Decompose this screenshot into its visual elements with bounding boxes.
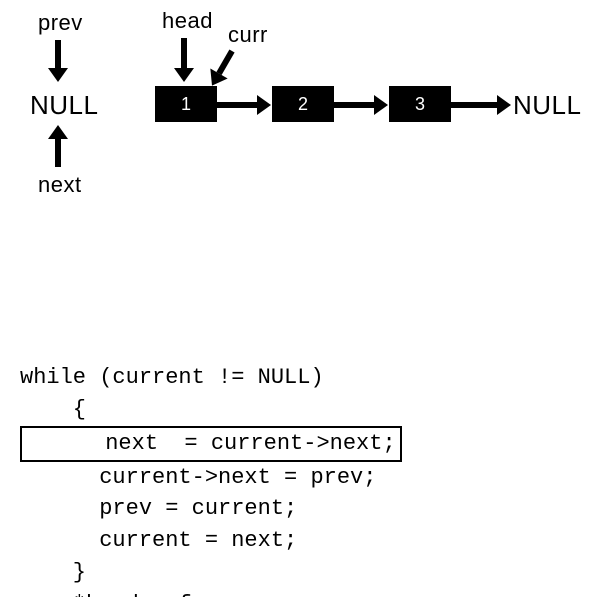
list-node-2: 2 [272,86,334,122]
next-label: next [38,172,82,198]
list-node-1: 1 [155,86,217,122]
code-line-5: prev = current; [20,496,297,521]
curr-label: curr [228,22,268,48]
code-line-1: while (current != NULL) [20,365,324,390]
arrow-curr-diag [212,51,232,86]
code-line-7: } [20,560,86,585]
arrow-node1-node2 [217,95,271,115]
code-line-3-highlight: next = current->next; [20,426,402,462]
null-right: NULL [513,90,581,121]
prev-label: prev [38,10,83,36]
head-label: head [162,8,213,34]
list-node-3: 3 [389,86,451,122]
code-block: while (current != NULL) { next = current… [20,330,402,597]
arrow-node3-null [451,95,511,115]
code-line-8: *head_ref = prev; [20,592,297,597]
node-value: 1 [181,94,191,115]
code-line-6: current = next; [20,528,297,553]
node-value: 3 [415,94,425,115]
code-line-2: { [20,397,86,422]
null-left: NULL [30,90,98,121]
node-value: 2 [298,94,308,115]
code-line-4: current->next = prev; [20,465,376,490]
arrow-node2-node3 [334,95,388,115]
diagram-stage: prev NULL next head curr 1 2 [0,0,600,597]
